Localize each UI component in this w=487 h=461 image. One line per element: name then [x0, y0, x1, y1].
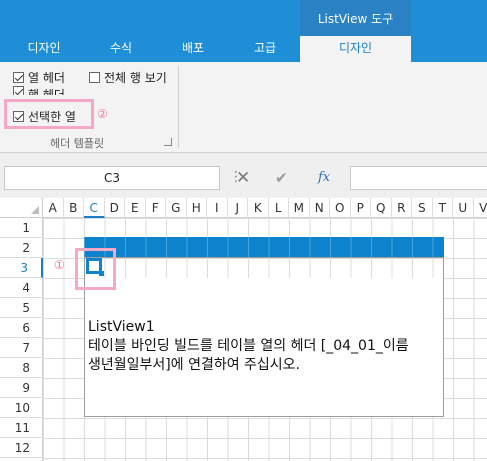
tab-design-listview[interactable]: 디자인	[300, 36, 411, 62]
tab-advanced[interactable]: 고급	[244, 36, 286, 62]
group-label-header-template: 헤더 템플릿	[50, 137, 105, 150]
column-header-p[interactable]: P	[351, 198, 371, 218]
row-header-2[interactable]: 2	[0, 238, 43, 258]
select-all-corner[interactable]	[0, 198, 43, 218]
column-header-e[interactable]: E	[125, 198, 146, 218]
annotation-highlight-selected-column	[4, 99, 94, 129]
row-header-3[interactable]: 3	[0, 258, 43, 278]
formula-buttons: ✕ ✔ fx	[222, 166, 344, 190]
row-header-11[interactable]: 11	[0, 418, 43, 438]
contextual-tab-group-label: ListView 도구	[300, 0, 411, 36]
column-header-q[interactable]: Q	[371, 198, 392, 218]
function-icon[interactable]: fx	[318, 166, 330, 190]
option-row-header[interactable]: 행 헤더	[13, 86, 65, 95]
column-headers: ABCDEFGHIJKLMNOPQRSTUV	[43, 198, 487, 218]
row-header-7[interactable]: 7	[0, 338, 43, 358]
column-header-o[interactable]: O	[330, 198, 351, 218]
tab-design-1[interactable]: 디자인	[18, 36, 70, 62]
option-row-header-label: 행 헤더	[28, 88, 65, 95]
column-header-i[interactable]: I	[207, 198, 228, 218]
annotation-marker-1: ①	[54, 258, 65, 272]
column-header-b[interactable]: B	[64, 198, 84, 218]
row-header-12[interactable]: 12	[0, 438, 43, 458]
column-header-s[interactable]: S	[412, 198, 433, 218]
column-header-v[interactable]: V	[474, 198, 487, 218]
row-header-8[interactable]: 8	[0, 358, 43, 378]
listview-name: ListView1	[88, 319, 155, 335]
listview-header-row[interactable]	[84, 237, 444, 257]
column-header-l[interactable]: L	[269, 198, 289, 218]
column-header-c[interactable]: C	[84, 198, 105, 218]
option-column-header[interactable]: 열 헤더	[13, 69, 65, 86]
checkbox-row-header[interactable]	[13, 86, 24, 95]
check-icon[interactable]: ✔	[275, 166, 288, 190]
row-headers: 1 2 3 4 5 6 7 8 9 10 11 12	[0, 218, 43, 461]
listview-instruction: 테이블 바인딩 빌드를 테이블 열의 헤더 [_04_01_이름 생년월일부서]…	[88, 338, 409, 373]
name-box[interactable]: C3	[4, 166, 220, 190]
column-header-h[interactable]: H	[187, 198, 207, 218]
column-header-j[interactable]: J	[228, 198, 248, 218]
row-header-5[interactable]: 5	[0, 298, 43, 318]
column-header-f[interactable]: F	[146, 198, 166, 218]
row-header-1[interactable]: 1	[0, 218, 43, 238]
column-header-k[interactable]: K	[248, 198, 269, 218]
ribbon-group-divider	[178, 66, 179, 148]
ribbon-tab-row: 디자인 수식 배포 고급 디자인	[0, 36, 487, 62]
row-header-9[interactable]: 9	[0, 378, 43, 398]
column-header-u[interactable]: U	[453, 198, 474, 218]
option-show-all-rows[interactable]: 전체 행 보기	[89, 69, 167, 86]
row-header-6[interactable]: 6	[0, 318, 43, 338]
dialog-launcher-icon[interactable]	[164, 138, 172, 146]
tab-formulas[interactable]: 수식	[100, 36, 142, 62]
column-header-m[interactable]: M	[289, 198, 310, 218]
column-header-d[interactable]: D	[105, 198, 125, 218]
annotation-marker-2: ②	[97, 107, 108, 121]
annotation-highlight-selected-cell	[75, 248, 116, 290]
formula-input[interactable]	[350, 166, 487, 190]
listview-description: ListView1 테이블 바인딩 빌드를 테이블 열의 헤더 [_04_01_…	[88, 318, 443, 375]
row-header-4[interactable]: 4	[0, 278, 43, 298]
row-header-10[interactable]: 10	[0, 398, 43, 418]
column-header-t[interactable]: T	[433, 198, 453, 218]
ribbon-title-strip	[0, 0, 487, 36]
column-header-g[interactable]: G	[166, 198, 187, 218]
column-header-n[interactable]: N	[310, 198, 330, 218]
cancel-icon[interactable]: ✕	[236, 166, 250, 190]
column-header-a[interactable]: A	[43, 198, 64, 218]
checkbox-show-all-rows[interactable]	[89, 72, 100, 83]
formula-bar: C3 ⋮ ✕ ✔ fx	[0, 153, 487, 198]
option-column-header-label: 열 헤더	[28, 71, 65, 85]
tab-deploy[interactable]: 배포	[172, 36, 214, 62]
column-header-r[interactable]: R	[392, 198, 412, 218]
option-show-all-rows-label: 전체 행 보기	[104, 71, 167, 85]
checkbox-column-header[interactable]	[13, 72, 24, 83]
